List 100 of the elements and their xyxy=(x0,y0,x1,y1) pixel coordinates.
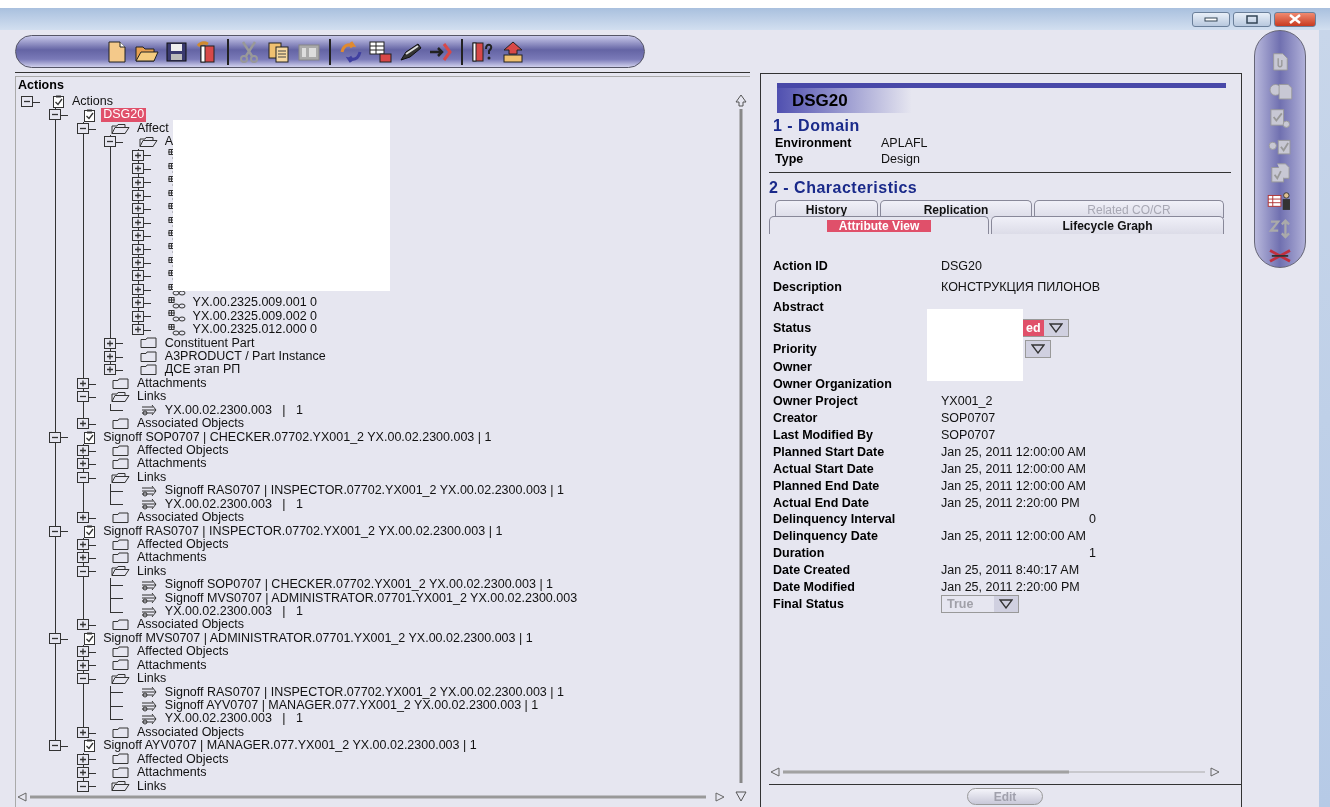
expand-toggle-icon[interactable] xyxy=(104,364,117,376)
expand-toggle-icon[interactable] xyxy=(132,203,145,215)
expand-toggle-icon[interactable] xyxy=(76,444,89,456)
save-icon[interactable] xyxy=(164,39,190,64)
expand-toggle-icon[interactable] xyxy=(76,726,89,738)
expand-toggle-icon[interactable] xyxy=(76,619,89,631)
tree-item[interactable]: Signoff SOP0707 | CHECKER.07702.YX001_2 YX.00.02.2300.003 | 1 xyxy=(162,578,556,592)
tree-item[interactable]: Affected Objects xyxy=(135,443,231,458)
expand-toggle-icon[interactable] xyxy=(132,163,145,175)
tree-item[interactable]: Associated Objects xyxy=(135,618,246,632)
tree-item[interactable]: YX.00.2325.009.002 0 xyxy=(190,309,320,324)
expand-toggle-icon[interactable] xyxy=(76,646,89,658)
tree-item[interactable]: Links xyxy=(135,779,169,793)
tree-item[interactable]: Attachments xyxy=(135,551,209,565)
tree-item[interactable]: YX.00.2325.012.000 0 xyxy=(190,323,320,337)
tree-item[interactable]: Associated Objects xyxy=(135,725,246,740)
expand-toggle-icon[interactable] xyxy=(132,324,145,336)
refresh-icon[interactable] xyxy=(338,39,364,64)
expand-toggle-icon[interactable] xyxy=(132,270,145,282)
expand-toggle-icon[interactable] xyxy=(104,351,117,362)
tree-item[interactable]: Associated Objects xyxy=(135,417,246,431)
tree-item[interactable]: Signoff MVS0707 | ADMINISTRATOR.07701.YX001_2 YX.00.02.2300.003 | 1 xyxy=(101,631,535,646)
collapse-toggle-icon[interactable] xyxy=(104,136,117,148)
tree-item[interactable]: YX.00.02.2300.003 | 1 xyxy=(162,712,305,726)
tree-item[interactable]: Associated Objects xyxy=(135,511,246,525)
expand-toggle-icon[interactable] xyxy=(76,659,89,671)
tree-item[interactable]: Links xyxy=(135,470,169,485)
expand-toggle-icon[interactable] xyxy=(132,243,145,255)
tree-item[interactable]: Links xyxy=(135,564,169,579)
expand-toggle-icon[interactable] xyxy=(132,189,145,201)
collapse-toggle-icon[interactable] xyxy=(48,632,61,644)
collapse-toggle-icon[interactable] xyxy=(76,780,89,792)
tree-item[interactable]: A xyxy=(162,135,176,149)
tree-item[interactable]: Signoff SOP0707 | CHECKER.07702.YX001_2 YX.00.02.2300.003 | 1 xyxy=(101,430,494,444)
tree-item[interactable]: Links xyxy=(135,672,169,686)
tab[interactable]: Attribute View xyxy=(769,216,989,234)
expand-toggle-icon[interactable] xyxy=(76,552,89,564)
tree-item[interactable]: Signoff AYV0707 | MANAGER.077.YX001_2 YX.00.02.2300.003 | 1 xyxy=(162,699,541,713)
tree-item[interactable]: Signoff RAS0707 | INSPECTOR.07702.YX001_2 YX.00.02.2300.003 | 1 xyxy=(162,484,566,498)
expand-toggle-icon[interactable] xyxy=(132,310,145,322)
collapse-toggle-icon[interactable] xyxy=(76,673,89,685)
tree-item[interactable]: Attachments xyxy=(135,457,209,471)
expand-toggle-icon[interactable] xyxy=(104,337,117,349)
expand-toggle-icon[interactable] xyxy=(76,538,89,550)
tree-item[interactable]: Attachments xyxy=(135,766,209,780)
expand-toggle-icon[interactable] xyxy=(132,283,145,295)
tree-item[interactable]: Affected Objects xyxy=(135,752,231,767)
dropdown[interactable]: ed xyxy=(1020,319,1069,338)
collapse-toggle-icon[interactable] xyxy=(76,122,89,134)
tab[interactable]: Lifecycle Graph xyxy=(991,216,1224,234)
collapse-toggle-icon[interactable] xyxy=(76,565,89,577)
tree-item[interactable]: A3PRODUCT / Part Instance xyxy=(162,350,328,364)
copy-icon[interactable] xyxy=(266,39,292,64)
tree-item[interactable]: Links xyxy=(135,390,169,404)
tree-item[interactable]: YX.00.02.2300.003 | 1 xyxy=(162,605,305,619)
horizontal-scrollbar[interactable] xyxy=(769,766,1221,778)
horizontal-scrollbar[interactable] xyxy=(16,791,726,803)
maximize-button[interactable] xyxy=(1233,11,1271,27)
expand-toggle-icon[interactable] xyxy=(76,458,89,470)
table-arrow-icon[interactable] xyxy=(368,39,394,64)
expand-toggle-icon[interactable] xyxy=(76,767,89,779)
tree-item[interactable]: Attachments xyxy=(135,376,209,391)
expand-toggle-icon[interactable] xyxy=(132,230,145,242)
tree-item[interactable]: DSG20 xyxy=(101,108,147,122)
tree-item[interactable]: ДСЕ этап РП xyxy=(162,363,243,377)
expand-toggle-icon[interactable] xyxy=(132,216,145,228)
tree-item[interactable]: Affected Objects xyxy=(135,645,231,659)
expand-toggle-icon[interactable] xyxy=(76,377,89,389)
attribute-label: Final Status xyxy=(773,596,845,611)
expand-toggle-icon[interactable] xyxy=(76,753,89,765)
tree-item[interactable]: Affect xyxy=(135,121,171,136)
expand-toggle-icon[interactable] xyxy=(132,297,145,309)
tree-item[interactable]: Signoff RAS0707 | INSPECTOR.07702.YX001_2 YX.00.02.2300.003 | 1 xyxy=(101,524,505,538)
tree-item[interactable]: YX.00.2325.009.001 0 xyxy=(190,296,320,310)
tree-item[interactable]: Affected Objects xyxy=(135,537,231,552)
close-button[interactable] xyxy=(1274,11,1316,27)
collapse-toggle-icon[interactable] xyxy=(48,525,61,537)
collapse-toggle-icon[interactable] xyxy=(48,109,61,121)
minimize-button[interactable] xyxy=(1192,11,1230,27)
tree-item[interactable]: Actions xyxy=(69,95,115,109)
collapse-toggle-icon[interactable] xyxy=(76,391,89,403)
tab[interactable]: Replication xyxy=(880,200,1032,218)
tree-item[interactable]: Signoff RAS0707 | INSPECTOR.07702.YX001_2 YX.00.02.2300.003 | 1 xyxy=(162,685,566,699)
expand-toggle-icon[interactable] xyxy=(76,418,89,430)
tree-item[interactable]: Constituent Part xyxy=(162,336,257,351)
expand-toggle-icon[interactable] xyxy=(132,257,145,269)
expand-toggle-icon[interactable] xyxy=(132,176,145,188)
tree-item[interactable]: YX.00.02.2300.003 | 1 xyxy=(162,497,305,512)
expand-toggle-icon[interactable] xyxy=(132,149,145,161)
collapse-toggle-icon[interactable] xyxy=(48,431,61,443)
upload-icon[interactable] xyxy=(500,39,526,64)
collapse-toggle-icon[interactable] xyxy=(21,96,33,107)
tree-item[interactable]: Signoff AYV0707 | MANAGER.077.YX001_2 YX.00.02.2300.003 | 1 xyxy=(101,739,479,753)
collapse-toggle-icon[interactable] xyxy=(76,471,89,483)
expand-toggle-icon[interactable] xyxy=(76,512,89,524)
tree-item[interactable]: YX.00.02.2300.003 | 1 xyxy=(162,403,305,418)
dropdown[interactable] xyxy=(1025,339,1051,358)
tree-item[interactable]: Signoff MVS0707 | ADMINISTRATOR.07701.YX001_2 YX.00.02.2300.003 xyxy=(162,591,580,606)
collapse-toggle-icon[interactable] xyxy=(48,740,61,752)
tree-item[interactable]: Attachments xyxy=(135,658,209,673)
